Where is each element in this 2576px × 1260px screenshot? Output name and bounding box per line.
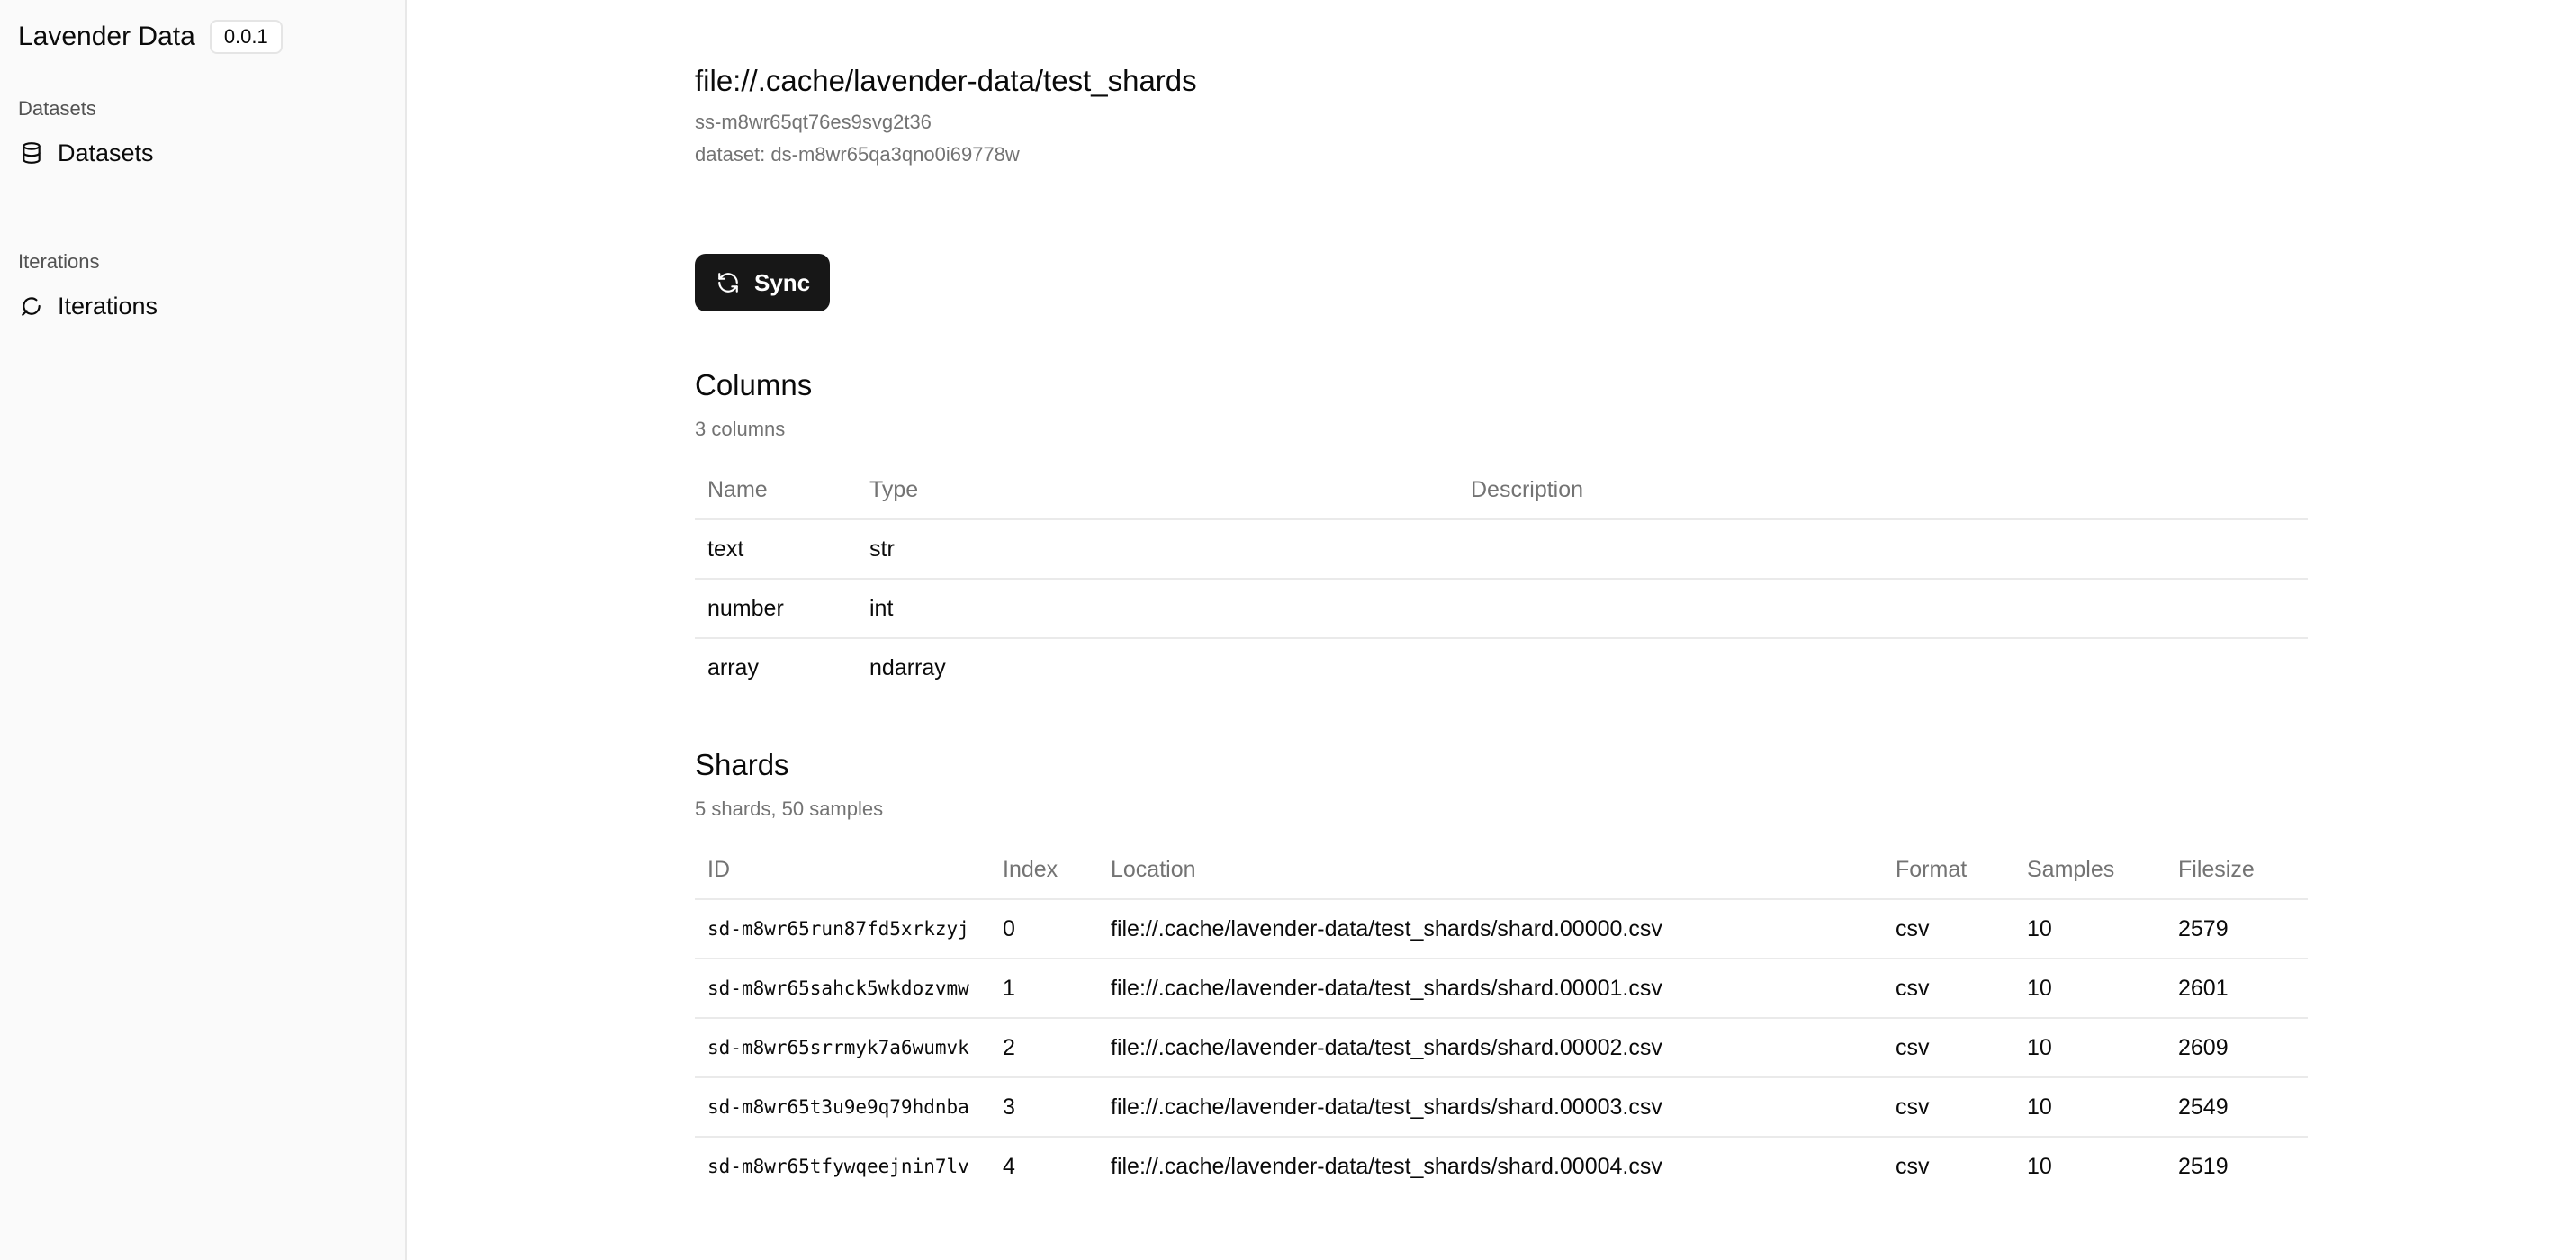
sync-button-label: Sync — [754, 268, 811, 296]
columns-summary: 3 columns — [695, 418, 786, 440]
column-header-name: Name — [695, 461, 857, 520]
column-description-cell — [1458, 638, 2308, 697]
database-icon — [18, 140, 45, 166]
table-row: text str — [695, 519, 2308, 580]
column-type-cell: int — [857, 579, 1458, 639]
shard-format-cell: csv — [1883, 899, 2014, 959]
shard-samples-cell: 10 — [2014, 1077, 2166, 1138]
table-row: number int — [695, 579, 2308, 639]
shard-id-cell: sd-m8wr65srrmyk7a6wumvk — [695, 1018, 990, 1078]
shard-header-location: Location — [1098, 841, 1883, 900]
shard-header-format: Format — [1883, 841, 2014, 900]
sync-button[interactable]: Sync — [695, 254, 831, 311]
shard-format-cell: csv — [1896, 1153, 1930, 1179]
table-row[interactable]: sd-m8wr65tfywqeejnin7lv 4 file://.cache/… — [695, 1137, 2308, 1195]
sidebar-item-iterations[interactable]: Iterations — [18, 281, 387, 331]
shard-index-cell: 0 — [990, 899, 1098, 959]
table-header-row: ID Index Location Format Samples Filesiz… — [695, 841, 2308, 900]
column-name-cell: number — [695, 579, 857, 639]
shards-table: ID Index Location Format Samples Filesiz… — [695, 841, 2308, 1195]
column-header-type: Type — [857, 461, 1458, 520]
sidebar: Lavender Data 0.0.1 Datasets Datasets It… — [0, 0, 407, 1260]
table-header-row: Name Type Description — [695, 461, 2308, 520]
column-description-cell — [1458, 519, 2308, 580]
brand: Lavender Data 0.0.1 — [18, 0, 387, 74]
shard-filesize-cell: 2549 — [2166, 1077, 2308, 1138]
dataset-reference[interactable]: dataset: ds-m8wr65qa3qno0i69778w — [695, 139, 2308, 171]
version-badge: 0.0.1 — [209, 20, 283, 54]
shard-index-cell: 1 — [990, 958, 1098, 1019]
shard-location-cell: file://.cache/lavender-data/test_shards/… — [1098, 958, 1883, 1019]
table-row[interactable]: sd-m8wr65run87fd5xrkzyj 0 file://.cache/… — [695, 899, 2308, 959]
app-name[interactable]: Lavender Data — [18, 22, 195, 52]
shard-location-cell: file://.cache/lavender-data/test_shards/… — [1098, 1018, 1883, 1078]
shard-format-cell: csv — [1883, 1018, 2014, 1078]
app-root: Lavender Data 0.0.1 Datasets Datasets It… — [0, 0, 2576, 1260]
shard-id-cell: sd-m8wr65t3u9e9q79hdnba — [695, 1077, 990, 1138]
shard-filesize-cell: 2519 — [2178, 1153, 2229, 1179]
sidebar-item-label: Iterations — [58, 292, 158, 320]
shard-samples-cell: 10 — [2014, 899, 2166, 959]
column-type-cell: str — [857, 519, 1458, 580]
shard-samples-cell: 10 — [2014, 1018, 2166, 1078]
column-type-cell: ndarray — [869, 654, 946, 680]
shards-title: Shards — [695, 748, 789, 781]
shard-samples-cell: 10 — [2014, 958, 2166, 1019]
shard-format-cell: csv — [1883, 958, 2014, 1019]
shard-location-cell: file://.cache/lavender-data/test_shards/… — [1098, 1077, 1883, 1138]
shard-index-cell: 4 — [1003, 1153, 1015, 1179]
shard-index-cell: 3 — [990, 1077, 1098, 1138]
main-content: file://.cache/lavender-data/test_shards … — [407, 0, 2576, 1260]
column-header-description: Description — [1458, 461, 2308, 520]
table-row[interactable]: sd-m8wr65srrmyk7a6wumvk 2 file://.cache/… — [695, 1018, 2308, 1078]
shard-filesize-cell: 2601 — [2166, 958, 2308, 1019]
refresh-icon — [715, 269, 742, 296]
shard-id-cell: sd-m8wr65run87fd5xrkzyj — [695, 899, 990, 959]
shard-format-cell: csv — [1883, 1077, 2014, 1138]
shard-index-cell: 2 — [990, 1018, 1098, 1078]
shard-header-filesize: Filesize — [2166, 841, 2308, 900]
shard-id-cell: sd-m8wr65sahck5wkdozvmw — [695, 958, 990, 1019]
column-name-cell: text — [695, 519, 857, 580]
shard-header-index: Index — [990, 841, 1098, 900]
columns-table: Name Type Description text str number in… — [695, 461, 2308, 697]
column-description-cell — [1458, 579, 2308, 639]
iterations-icon — [18, 292, 45, 320]
sidebar-item-label: Datasets — [58, 139, 154, 166]
columns-title: Columns — [695, 368, 813, 401]
table-row[interactable]: sd-m8wr65t3u9e9q79hdnba 3 file://.cache/… — [695, 1077, 2308, 1138]
column-name-cell: array — [707, 654, 759, 680]
sidebar-item-datasets[interactable]: Datasets — [18, 128, 387, 178]
shard-header-samples: Samples — [2014, 841, 2166, 900]
shards-summary: 5 shards, 50 samples — [695, 797, 884, 820]
shard-samples-cell: 10 — [2027, 1153, 2052, 1179]
shardset-detail: file://.cache/lavender-data/test_shards … — [695, 0, 2308, 1195]
shard-header-id: ID — [695, 841, 990, 900]
shard-location-cell: file://.cache/lavender-data/test_shards/… — [1098, 899, 1883, 959]
shard-filesize-cell: 2609 — [2166, 1018, 2308, 1078]
sidebar-group-label-iterations: Iterations — [18, 250, 100, 273]
shard-id-cell: sd-m8wr65tfywqeejnin7lv — [707, 1156, 969, 1177]
shard-location-cell: file://.cache/lavender-data/test_shards/… — [1111, 1153, 1662, 1179]
sidebar-group-label-datasets: Datasets — [18, 97, 96, 120]
shard-filesize-cell: 2579 — [2166, 899, 2308, 959]
table-row[interactable]: sd-m8wr65sahck5wkdozvmw 1 file://.cache/… — [695, 958, 2308, 1019]
shardset-id: ss-m8wr65qt76es9svg2t36 — [695, 111, 932, 133]
page-title: file://.cache/lavender-data/test_shards — [695, 64, 1197, 97]
table-row: array ndarray — [695, 638, 2308, 697]
